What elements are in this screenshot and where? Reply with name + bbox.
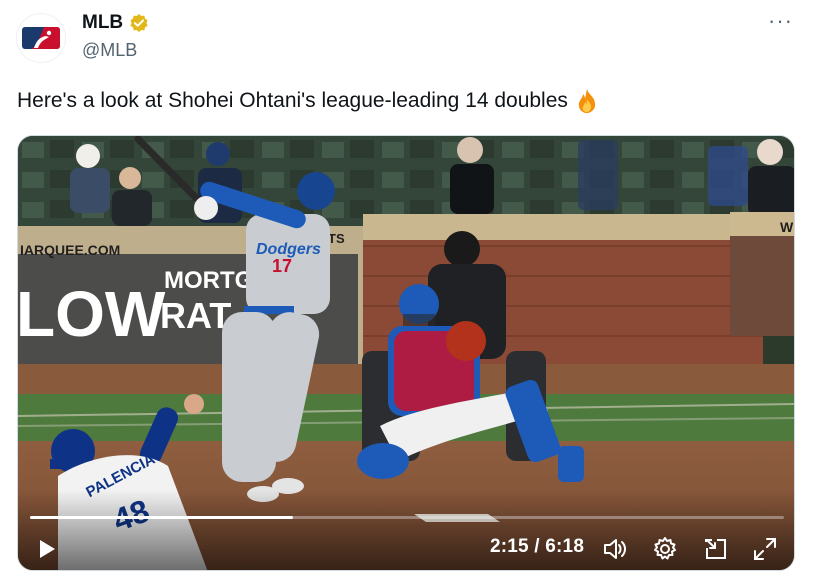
author-handle[interactable]: @MLB xyxy=(82,40,137,61)
banner-right-text: W xyxy=(780,219,794,235)
progress-bar[interactable] xyxy=(30,516,784,519)
fire-emoji-icon xyxy=(574,88,600,114)
tweet-text: Here's a look at Shohei Ohtani's league-… xyxy=(17,88,600,114)
volume-icon[interactable] xyxy=(602,536,628,562)
video-time-display: 2:15 / 6:18 xyxy=(490,536,585,557)
mlb-logo-icon[interactable] xyxy=(16,13,66,63)
ad-bottom-text: RAT xyxy=(160,295,231,336)
more-options-icon[interactable]: ··· xyxy=(768,8,793,34)
progress-bar-fill xyxy=(30,516,294,519)
ad-big-text: LOW xyxy=(18,278,166,350)
video-controls: 2:15 / 6:18 xyxy=(18,490,794,570)
banner-left-text: IARQUEE.COM xyxy=(20,242,120,258)
banner-ts-text: TS xyxy=(328,231,345,246)
settings-gear-icon[interactable] xyxy=(652,536,678,562)
verified-badge-icon xyxy=(129,13,149,33)
ad-top-text: MORTG xyxy=(164,267,253,294)
tweet-body: Here's a look at Shohei Ohtani's league-… xyxy=(17,89,568,112)
tweet-header: MLB @MLB ··· xyxy=(0,0,813,70)
video-player[interactable]: IARQUEE.COM TS W LOW MORTG RAT Dodgers 1… xyxy=(17,135,795,571)
author-name-row: MLB xyxy=(82,10,149,36)
play-icon[interactable] xyxy=(36,538,58,560)
fullscreen-icon[interactable] xyxy=(752,536,778,562)
author-display-name[interactable]: MLB xyxy=(82,12,123,34)
batter-number-text: 17 xyxy=(272,256,292,276)
picture-in-picture-icon[interactable] xyxy=(703,536,729,562)
